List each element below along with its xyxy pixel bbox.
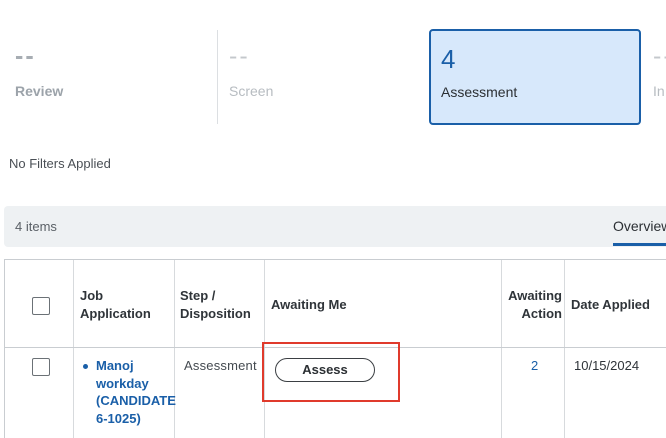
column-divider [73, 260, 74, 438]
job-application-link[interactable]: Manoj workday (CANDIDATE 6-1025) [96, 357, 176, 427]
grid-toolbar: 4 items Overview [4, 206, 666, 247]
column-header-step-disposition[interactable]: Step / Disposition [180, 287, 260, 323]
filters-status: No Filters Applied [9, 156, 111, 171]
awaiting-action-link[interactable]: 2 [531, 357, 538, 375]
column-header-date-applied[interactable]: Date Applied [571, 296, 650, 314]
stage-card-assessment[interactable]: 4 Assessment [429, 29, 641, 125]
stage-label: Review [15, 83, 64, 99]
stage-card-review[interactable]: -- Review [4, 30, 216, 124]
tab-active-indicator [613, 243, 666, 246]
items-count: 4 items [15, 219, 57, 234]
column-divider [501, 260, 502, 438]
column-divider [564, 260, 565, 438]
stage-count: 4 [441, 44, 456, 74]
unread-dot-icon [83, 364, 88, 369]
row-select-checkbox[interactable] [32, 358, 50, 376]
stage-label: Assessment [441, 84, 518, 100]
stage-card-screen[interactable]: -- Screen [217, 30, 427, 124]
stage-count: -- [653, 42, 666, 70]
date-applied-cell: 10/15/2024 [574, 358, 640, 373]
highlight-box [262, 342, 400, 402]
column-header-job-application[interactable]: Job Application [80, 287, 170, 323]
stage-label: Screen [229, 83, 274, 99]
column-header-awaiting-action[interactable]: Awaiting Action [504, 287, 562, 323]
column-header-awaiting-me[interactable]: Awaiting Me [271, 296, 347, 314]
stage-count: -- [229, 42, 250, 70]
step-disposition-cell: Assessment [184, 358, 257, 373]
select-all-checkbox[interactable] [32, 297, 50, 315]
stage-label: In [653, 83, 665, 99]
tab-overview[interactable]: Overview [613, 218, 666, 234]
stage-card-interview[interactable]: -- In [643, 30, 666, 124]
stage-count: -- [15, 42, 36, 70]
